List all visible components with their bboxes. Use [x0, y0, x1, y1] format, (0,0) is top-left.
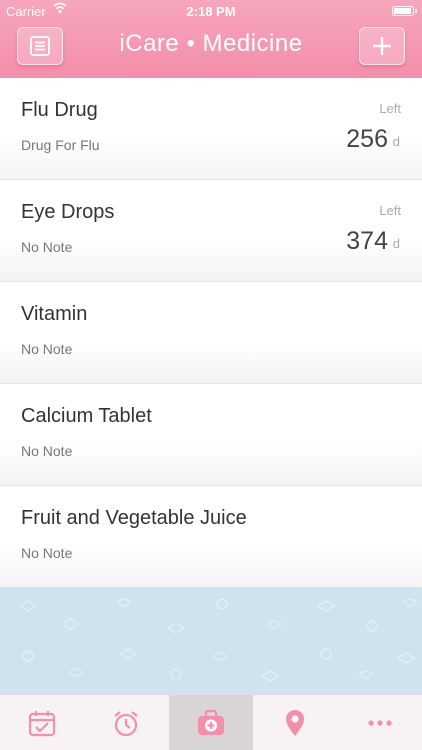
- add-medicine-button[interactable]: [359, 27, 405, 65]
- medicine-note: No Note: [21, 239, 73, 255]
- left-label: Left: [379, 203, 401, 218]
- medicine-note: No Note: [21, 545, 73, 561]
- medicine-row[interactable]: Flu Drug Drug For Flu Left 256 d: [0, 78, 422, 180]
- medicine-name: Eye Drops: [21, 201, 115, 223]
- medicine-row[interactable]: Calcium Tablet No Note: [0, 384, 422, 486]
- medicine-note: Drug For Flu: [21, 137, 100, 153]
- tab-location[interactable]: [253, 695, 337, 750]
- medicine-list: Flu Drug Drug For Flu Left 256 d Eye Dro…: [0, 78, 422, 588]
- tab-alarm[interactable]: [84, 695, 168, 750]
- days-left-count: 256: [346, 125, 388, 153]
- medicine-name: Vitamin: [21, 303, 88, 325]
- medicine-name: Calcium Tablet: [21, 405, 152, 427]
- medicine-row[interactable]: Eye Drops No Note Left 374 d: [0, 180, 422, 282]
- medicine-note: No Note: [21, 443, 73, 459]
- header-bar: Carrier 2:18 PM iCare • Medicine: [0, 0, 422, 78]
- status-time: 2:18 PM: [186, 4, 236, 19]
- tab-calendar[interactable]: [0, 695, 84, 750]
- left-label: Left: [379, 101, 401, 116]
- medicine-row[interactable]: Vitamin No Note: [0, 282, 422, 384]
- days-left-count: 374: [346, 227, 388, 255]
- days-unit: d: [392, 134, 400, 149]
- battery-icon: [392, 6, 417, 16]
- battery-fill: [394, 8, 411, 14]
- days-unit: d: [392, 236, 400, 251]
- medicine-row[interactable]: Fruit and Vegetable Juice No Note: [0, 486, 422, 588]
- medicine-name: Flu Drug: [21, 99, 98, 121]
- tab-bar: [0, 694, 422, 750]
- medicine-name: Fruit and Vegetable Juice: [21, 507, 247, 529]
- tab-medicine[interactable]: [169, 695, 253, 750]
- tab-more[interactable]: [338, 695, 422, 750]
- background-pattern: [18, 598, 417, 682]
- medicine-note: No Note: [21, 341, 73, 357]
- status-bar: Carrier 2:18 PM: [0, 0, 422, 22]
